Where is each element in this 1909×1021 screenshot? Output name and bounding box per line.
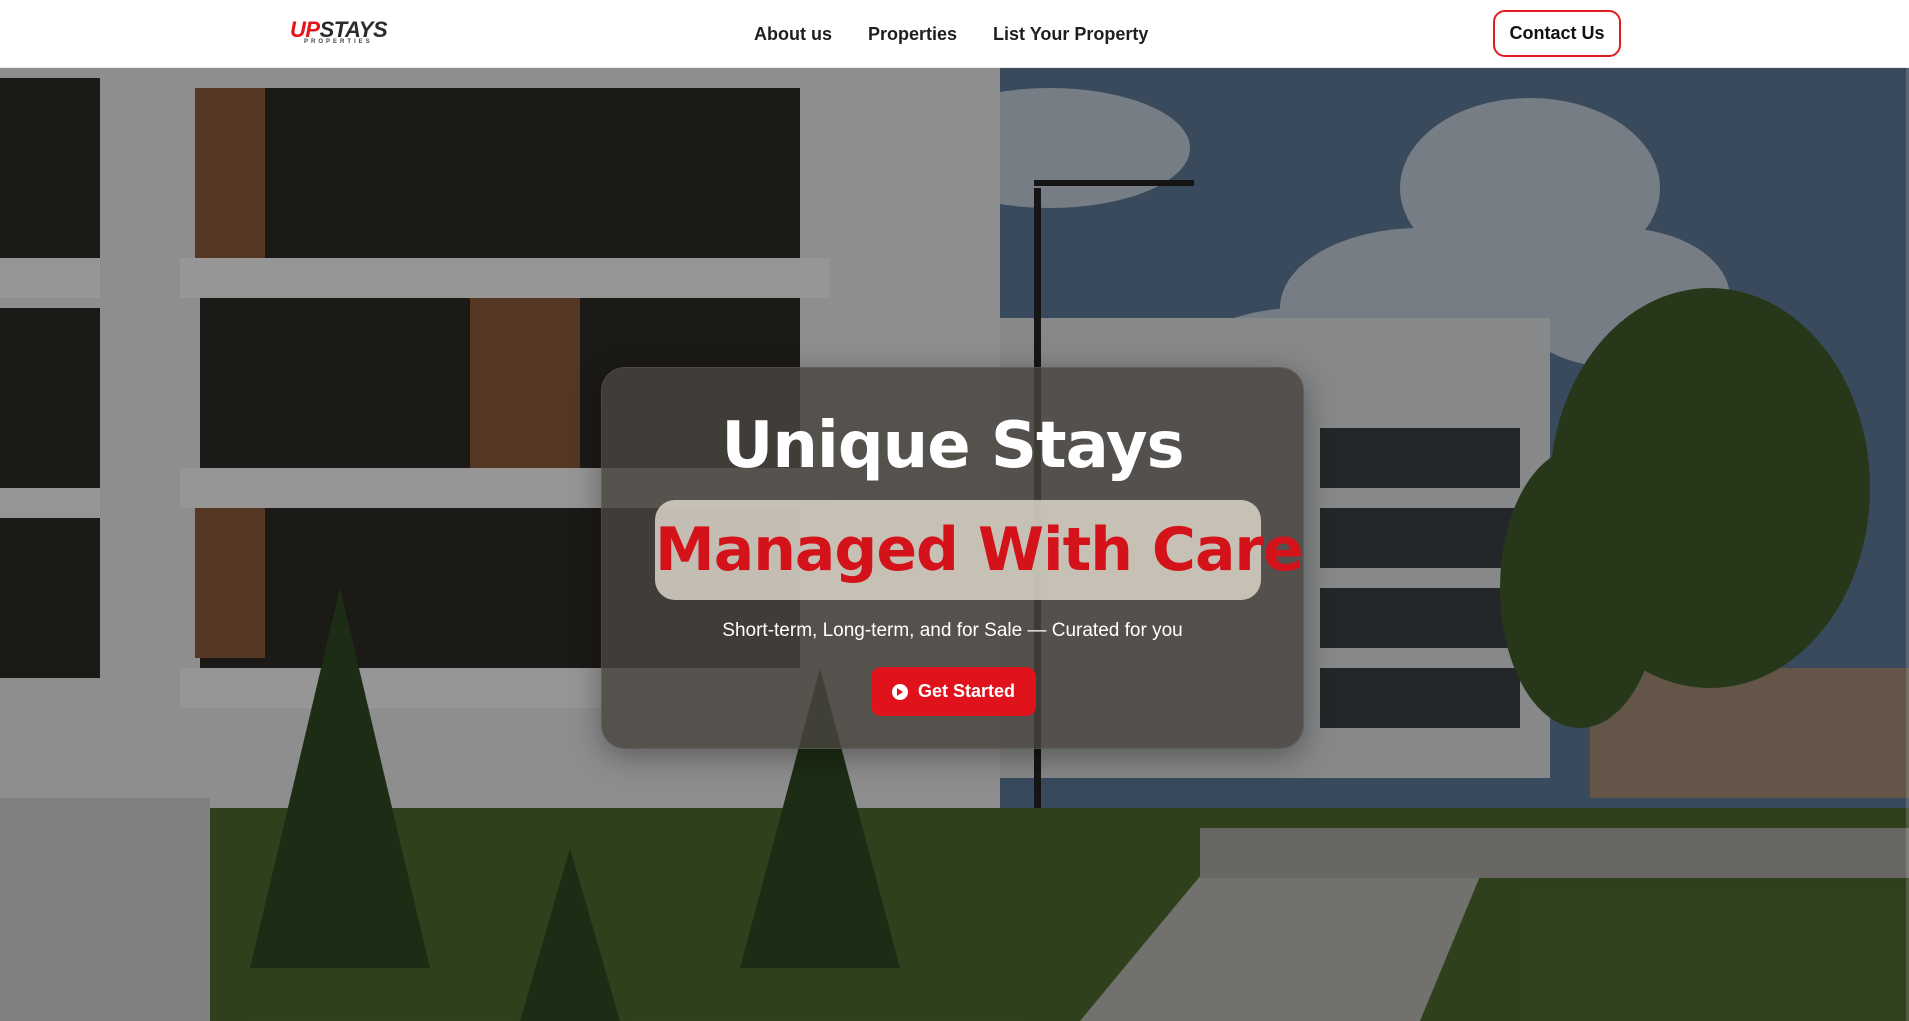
get-started-label: Get Started [917,681,1016,701]
get-started-button[interactable]: Get Started [871,667,1036,716]
hero-subtitle: Short-term, Long-term, and for Sale — Cu… [722,620,1183,641]
nav-link-about[interactable]: About us [754,24,832,45]
navbar: UPSTAYS PROPERTIES About us Properties L… [0,0,1909,68]
nav-link-list-property[interactable]: List Your Property [993,24,1148,45]
logo-subtitle: PROPERTIES [304,39,373,45]
upstays-logo[interactable]: UPSTAYS PROPERTIES [290,18,390,50]
arrow-circle-right-icon [891,683,908,700]
contact-us-button[interactable]: Contact Us [1493,10,1621,57]
hero-highlight-box: Managed With Care [655,500,1304,600]
hero-card: Unique Stays Managed With Care Short-ter… [601,367,1304,749]
main-nav: About us Properties List Your Property [754,0,1148,68]
nav-link-properties[interactable]: Properties [868,24,957,45]
hero-headline: Unique Stays [721,409,1184,483]
hero-highlight-text: Managed With Care [655,515,1304,585]
